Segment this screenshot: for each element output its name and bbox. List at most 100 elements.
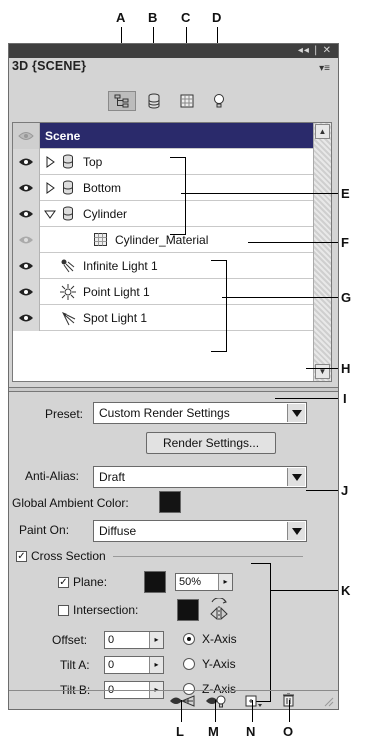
intersection-color-swatch[interactable] bbox=[177, 599, 199, 621]
callout-e: E bbox=[341, 186, 350, 201]
panel-window-controls[interactable]: ◂◂ | ✕ bbox=[298, 44, 332, 58]
chevron-right-icon[interactable]: ▸ bbox=[149, 632, 163, 648]
callout-line-g bbox=[222, 297, 338, 298]
disclosure-expanded-icon[interactable] bbox=[44, 210, 56, 219]
cross-section-group-line bbox=[113, 556, 303, 557]
tree-item-label: Bottom bbox=[83, 181, 122, 195]
paint-on-select[interactable]: Diffuse bbox=[93, 520, 307, 542]
panel-tab-title[interactable]: 3D {SCENE} bbox=[12, 59, 86, 73]
materials-icon bbox=[180, 94, 194, 108]
infinite-light-icon bbox=[61, 259, 75, 273]
tree-item-cylinder-material[interactable]: Cylinder_Material bbox=[13, 227, 313, 253]
tree-item-spot-light[interactable]: Spot Light 1 bbox=[13, 305, 313, 331]
render-settings-button[interactable]: Render Settings... bbox=[146, 432, 276, 454]
tree-item-cylinder[interactable]: Cylinder bbox=[13, 201, 313, 227]
callout-l: L bbox=[176, 724, 184, 739]
callout-line-e bbox=[181, 193, 338, 194]
disclosure-collapsed-icon[interactable] bbox=[46, 182, 55, 194]
scene-header-label: Scene bbox=[45, 129, 81, 143]
callout-j: J bbox=[341, 483, 349, 498]
plane-checkbox[interactable]: ✓ bbox=[58, 577, 69, 588]
tree-item-point-light[interactable]: Point Light 1 bbox=[13, 279, 313, 305]
chevron-right-icon[interactable]: ▸ bbox=[218, 574, 232, 590]
eye-icon bbox=[19, 210, 33, 218]
eye-toggle[interactable] bbox=[13, 253, 40, 279]
ambient-color-label: Global Ambient Color: bbox=[12, 496, 129, 510]
callout-m: M bbox=[208, 724, 219, 739]
new-light-icon[interactable] bbox=[245, 695, 263, 708]
callout-a: A bbox=[116, 10, 126, 25]
lights-mode-button[interactable] bbox=[205, 91, 233, 111]
eye-toggle[interactable] bbox=[13, 227, 40, 253]
lights-icon bbox=[214, 94, 224, 108]
tilt-a-field[interactable]: 0 ▸ bbox=[104, 656, 164, 674]
flip-cross-section-icon[interactable] bbox=[208, 598, 230, 622]
disclosure-collapsed-icon[interactable] bbox=[46, 156, 55, 168]
callout-b: B bbox=[148, 10, 158, 25]
intersection-label: Intersection: bbox=[73, 603, 139, 617]
callout-line-f bbox=[248, 242, 338, 243]
mesh-icon bbox=[63, 180, 73, 195]
mesh-icon bbox=[148, 93, 160, 109]
scroll-up-button[interactable]: ▲ bbox=[315, 124, 330, 139]
eye-toggle[interactable] bbox=[13, 175, 40, 201]
callout-k: K bbox=[341, 583, 351, 598]
panel-splitter[interactable] bbox=[9, 387, 338, 392]
anti-alias-label: Anti-Alias: bbox=[25, 469, 80, 483]
mesh-mode-button[interactable] bbox=[140, 91, 168, 111]
scene-header-row[interactable]: Scene bbox=[13, 123, 313, 149]
offset-field[interactable]: 0 ▸ bbox=[104, 631, 164, 649]
preset-select[interactable]: Custom Render Settings bbox=[93, 402, 307, 424]
tree-item-label: Point Light 1 bbox=[83, 285, 150, 299]
callout-i: I bbox=[343, 391, 347, 406]
tree-item-top[interactable]: Top bbox=[13, 149, 313, 175]
mesh-icon bbox=[63, 154, 73, 169]
intersection-checkbox[interactable] bbox=[58, 605, 69, 616]
eye-icon bbox=[19, 314, 33, 322]
callout-line-o bbox=[289, 700, 290, 722]
y-axis-radio[interactable] bbox=[183, 658, 195, 670]
callout-o: O bbox=[283, 724, 294, 739]
tree-item-label: Infinite Light 1 bbox=[83, 259, 158, 273]
callout-n: N bbox=[246, 724, 256, 739]
eye-toggle[interactable] bbox=[13, 279, 40, 305]
cross-section-checkbox[interactable]: ✓ bbox=[16, 551, 27, 562]
panel-menu-icon[interactable]: ▾≡ bbox=[319, 63, 330, 74]
materials-mode-button[interactable] bbox=[173, 91, 201, 111]
callout-d: D bbox=[212, 10, 222, 25]
eye-toggle[interactable] bbox=[13, 149, 40, 175]
preset-label: Preset: bbox=[45, 407, 84, 421]
callout-h: H bbox=[341, 361, 351, 376]
ambient-color-swatch[interactable] bbox=[159, 491, 181, 513]
anti-alias-select[interactable]: Draft bbox=[93, 466, 307, 488]
eye-toggle[interactable] bbox=[13, 201, 40, 227]
plane-opacity-field[interactable]: 50% ▸ bbox=[175, 573, 233, 591]
resize-grip-icon[interactable] bbox=[324, 697, 334, 707]
tree-item-infinite-light[interactable]: Infinite Light 1 bbox=[13, 253, 313, 279]
y-axis-label: Y-Axis bbox=[202, 657, 236, 671]
eye-icon bbox=[19, 288, 33, 296]
eye-icon bbox=[19, 184, 33, 192]
callout-line-l bbox=[181, 700, 182, 722]
list-scrollbar[interactable]: ▲ ▼ bbox=[313, 123, 331, 381]
preset-value: Custom Render Settings bbox=[99, 406, 230, 420]
paint-on-value: Diffuse bbox=[99, 524, 137, 538]
bracket-meshes bbox=[170, 157, 186, 235]
scroll-down-button[interactable]: ▼ bbox=[315, 364, 330, 379]
paint-on-label: Paint On: bbox=[19, 523, 70, 537]
tilt-a-value: 0 bbox=[108, 659, 115, 671]
light-guides-icon[interactable] bbox=[205, 694, 227, 709]
tree-item-label: Top bbox=[83, 155, 103, 169]
scene-mode-button[interactable] bbox=[108, 91, 136, 111]
tree-item-bottom[interactable]: Bottom bbox=[13, 175, 313, 201]
anti-alias-value: Draft bbox=[99, 470, 126, 484]
plane-color-swatch[interactable] bbox=[144, 571, 166, 593]
material-icon bbox=[94, 233, 107, 246]
chevron-right-icon[interactable]: ▸ bbox=[149, 657, 163, 673]
callout-c: C bbox=[181, 10, 191, 25]
panel-titlebar: ◂◂ | ✕ bbox=[9, 44, 338, 58]
eye-toggle[interactable] bbox=[13, 123, 40, 149]
ground-plane-icon[interactable] bbox=[169, 694, 195, 708]
eye-toggle[interactable] bbox=[13, 305, 40, 331]
x-axis-radio[interactable] bbox=[183, 633, 195, 645]
